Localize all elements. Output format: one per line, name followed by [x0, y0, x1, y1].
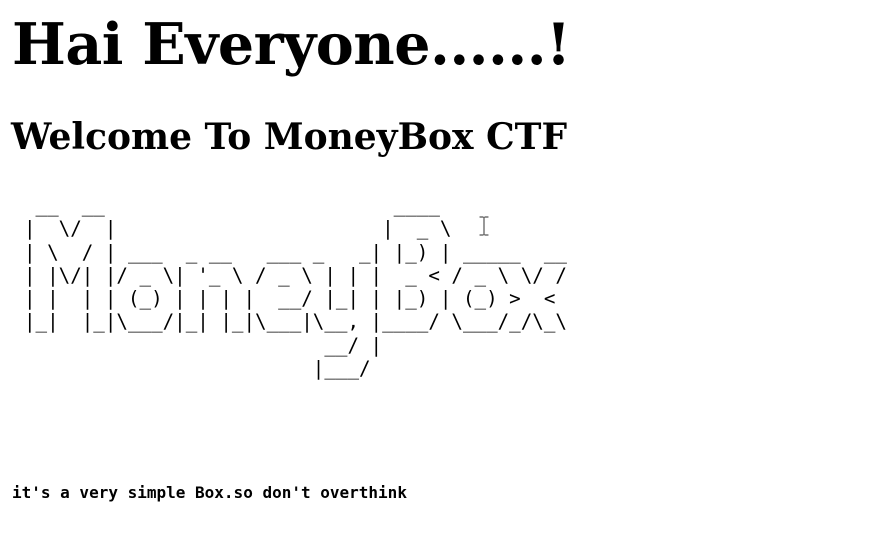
page-subheading: Welcome To MoneyBox CTF [11, 116, 568, 158]
page-heading: Hai Everyone......! [12, 11, 571, 78]
tagline-text: it's a very simple Box.so don't overthin… [12, 483, 407, 502]
text-cursor-icon [479, 216, 489, 236]
